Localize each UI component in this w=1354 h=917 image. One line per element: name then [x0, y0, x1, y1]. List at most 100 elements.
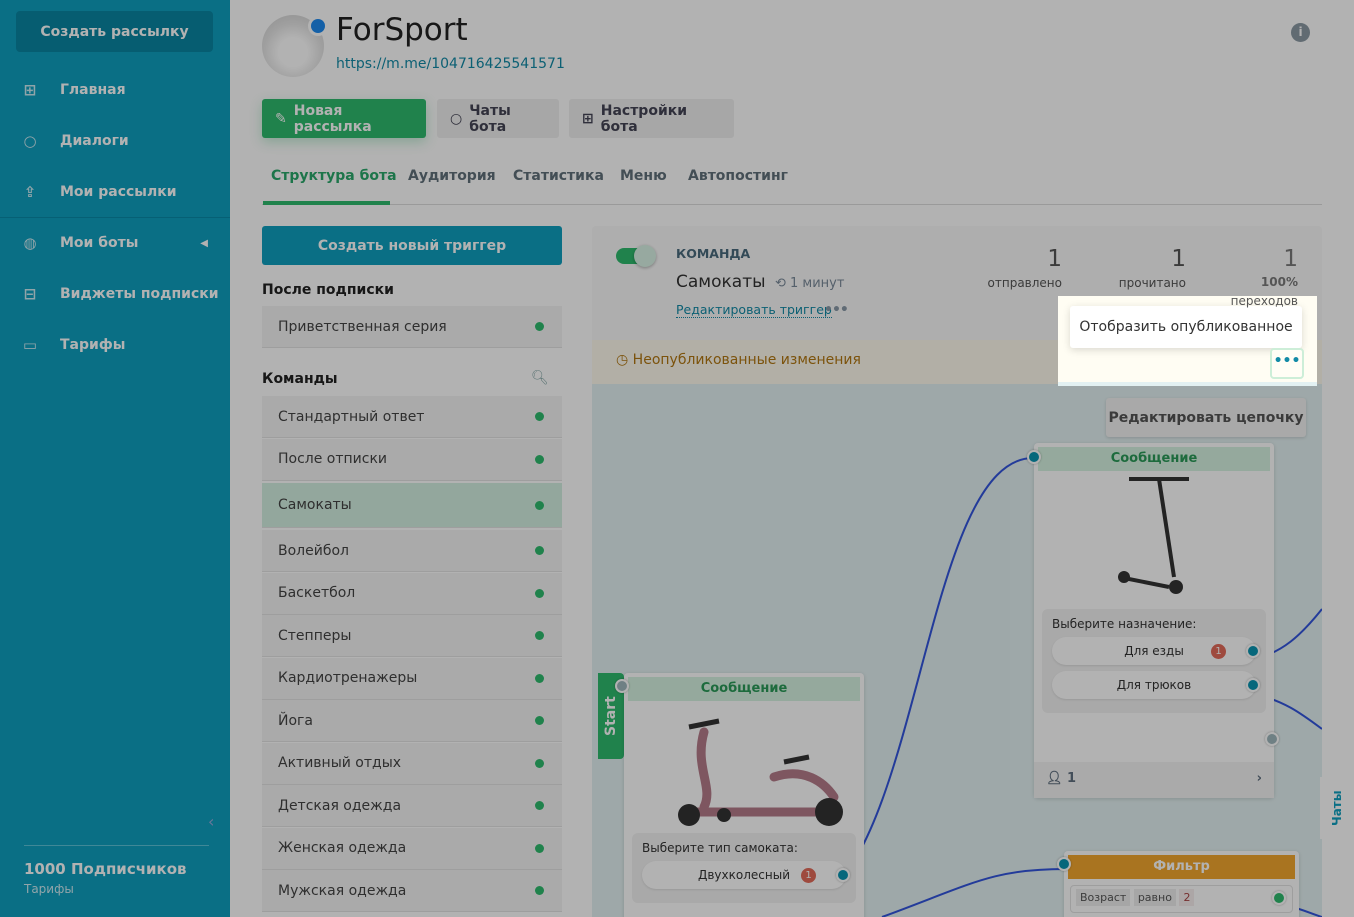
chat-icon: ○ [23, 132, 37, 150]
input-port[interactable] [615, 679, 629, 693]
status-dot [535, 673, 544, 683]
button-label: Настройки бота [600, 102, 688, 135]
connection-line [881, 868, 1066, 917]
chevron-right-icon[interactable]: › [1257, 771, 1262, 786]
trigger-title: Самокаты [676, 272, 766, 292]
trigger-item[interactable]: Кардиотренажеры [262, 657, 562, 700]
sidebar-item-label: Диалоги [60, 133, 129, 149]
node-header: Сообщение [628, 677, 860, 701]
more-options-button[interactable]: ••• [1270, 348, 1304, 379]
trigger-toggle[interactable] [616, 245, 656, 267]
chat-icon: ○ [450, 110, 463, 127]
new-mailing-button[interactable]: ✎ Новая рассылка [262, 99, 426, 138]
trigger-item[interactable]: Стандартный ответ [262, 396, 562, 438]
trigger-label: Стандартный ответ [278, 408, 425, 425]
info-icon[interactable]: i [1291, 23, 1310, 42]
trigger-label: Активный отдых [278, 755, 402, 771]
bot-settings-button[interactable]: ⊞ Настройки бота [569, 99, 734, 138]
status-dot [535, 546, 544, 555]
question-box: Выберите назначение: Для езды 1 Для трюко… [1042, 609, 1266, 713]
trigger-item[interactable]: Активный отдых [262, 742, 562, 785]
create-mailing-button[interactable]: Создать рассылку [16, 11, 213, 52]
globe-icon: ◍ [23, 234, 37, 252]
option-button[interactable]: Для езды 1 [1052, 637, 1260, 665]
stat-label: отправлено [987, 276, 1062, 290]
trigger-item[interactable]: Степперы [262, 615, 562, 657]
stat-sublabel: переходов [1230, 293, 1298, 308]
user-icon: 👤︎ [1046, 771, 1063, 786]
output-port[interactable] [1272, 891, 1286, 905]
tab-structure[interactable]: Структура бота [271, 168, 397, 184]
question-text: Выберите тип самоката: [642, 841, 798, 855]
trigger-item[interactable]: Баскетбол [262, 572, 562, 615]
tab-statistics[interactable]: Статистика [513, 168, 604, 184]
trigger-item[interactable]: Мужская одежда [262, 870, 562, 912]
sidebar-item-widgets[interactable]: ⊟ Виджеты подписки [0, 274, 230, 314]
edit-trigger-link[interactable]: Редактировать триггер [676, 302, 832, 318]
option-button[interactable]: Для трюков [1052, 671, 1260, 699]
trigger-item[interactable]: Йога [262, 700, 562, 742]
tab-menu[interactable]: Меню [620, 168, 667, 184]
stat-sent: 1 отправлено [952, 246, 1062, 291]
sidebar-item-label: Мои боты [60, 235, 139, 251]
trigger-age: 1 минут [789, 276, 845, 291]
plan-link[interactable]: Тарифы [24, 882, 74, 896]
message-node-1[interactable]: Сообщение Выберите тип самоката: Двухкол… [615, 673, 864, 917]
stunt-scooter-image [1044, 477, 1264, 597]
collapse-sidebar-icon[interactable]: ‹ [208, 812, 214, 831]
button-label: Чаты бота [469, 102, 511, 135]
status-dot [535, 843, 544, 853]
output-port[interactable] [836, 868, 850, 882]
trigger-item[interactable]: После отписки [262, 438, 562, 481]
create-trigger-button[interactable]: Создать новый триггер [262, 226, 562, 265]
option-button[interactable]: Двухколесный 1 [642, 861, 850, 889]
edit-chain-button[interactable]: Редактировать цепочку [1106, 398, 1306, 437]
trigger-item[interactable]: Детская одежда [262, 785, 562, 827]
tab-autoposting[interactable]: Автопостинг [688, 168, 788, 184]
bot-url-link[interactable]: https://m.me/104716425541571 [336, 56, 565, 72]
chats-side-tab[interactable]: Чаты [1320, 777, 1354, 839]
option-label: Для езды [1124, 644, 1184, 658]
sidebar-item-dialogs[interactable]: ○ Диалоги [0, 121, 230, 161]
flow-canvas[interactable]: Редактировать цепочку Start Сообщение Вы… [592, 384, 1322, 917]
trigger-item[interactable]: Женская одежда [262, 827, 562, 870]
stat-clicks: 1 100% переходов [1188, 246, 1298, 309]
bot-chats-button[interactable]: ○ Чаты бота [437, 99, 559, 138]
status-dot [535, 631, 544, 640]
trigger-item[interactable]: Волейбол [262, 530, 562, 572]
messenger-icon [308, 16, 328, 36]
edit-icon: ✎ [275, 110, 287, 127]
sidebar-item-bots[interactable]: ◍ Мои боты ◀ [0, 223, 230, 263]
unpublished-text: Неопубликованные изменения [632, 352, 861, 368]
stat-value: 1 [1283, 246, 1298, 272]
sidebar-item-mailings[interactable]: ⇪ Мои рассылки [0, 172, 230, 212]
more-icon[interactable]: ••• [824, 302, 849, 318]
output-port[interactable] [1265, 732, 1279, 746]
show-published-menu-item[interactable]: Отобразить опубликованное [1070, 306, 1302, 348]
trigger-welcome[interactable]: Приветственная серия [262, 306, 562, 348]
caret-left-icon: ◀ [200, 237, 208, 249]
trigger-kind: КОМАНДА [676, 246, 751, 261]
output-port[interactable] [1246, 678, 1260, 692]
input-port[interactable] [1027, 450, 1041, 464]
message-node-2[interactable]: Сообщение Выберите назначение: Для езды 1… [1027, 443, 1279, 798]
output-port[interactable] [1246, 644, 1260, 658]
status-dot [535, 412, 544, 421]
sliders-icon: ⊞ [23, 81, 37, 99]
search-icon[interactable]: 🔍︎ [531, 370, 549, 386]
trigger-label: Баскетбол [278, 585, 356, 601]
subscriber-count: 1 [1067, 771, 1077, 786]
trigger-label: Детская одежда [278, 797, 402, 814]
sidebar-item-label: Виджеты подписки [60, 286, 219, 302]
sidebar-item-home[interactable]: ⊞ Главная [0, 70, 230, 110]
tab-audience[interactable]: Аудитория [408, 168, 496, 184]
filter-node[interactable]: Фильтр Возраст равно 2 [1057, 851, 1299, 917]
sidebar-item-tariffs[interactable]: ▭ Тарифы [0, 325, 230, 365]
status-dot [535, 322, 544, 331]
trigger-label: Волейбол [278, 542, 349, 559]
plan-info: 1000 Подписчиков Тарифы [24, 845, 209, 897]
trigger-item[interactable]: Самокаты [262, 483, 562, 528]
section-after-subscribe: После подписки [262, 282, 394, 298]
sidebar: Создать рассылку ⊞ Главная ○ Диалоги ⇪ Мои … [0, 0, 230, 917]
input-port[interactable] [1057, 857, 1071, 871]
